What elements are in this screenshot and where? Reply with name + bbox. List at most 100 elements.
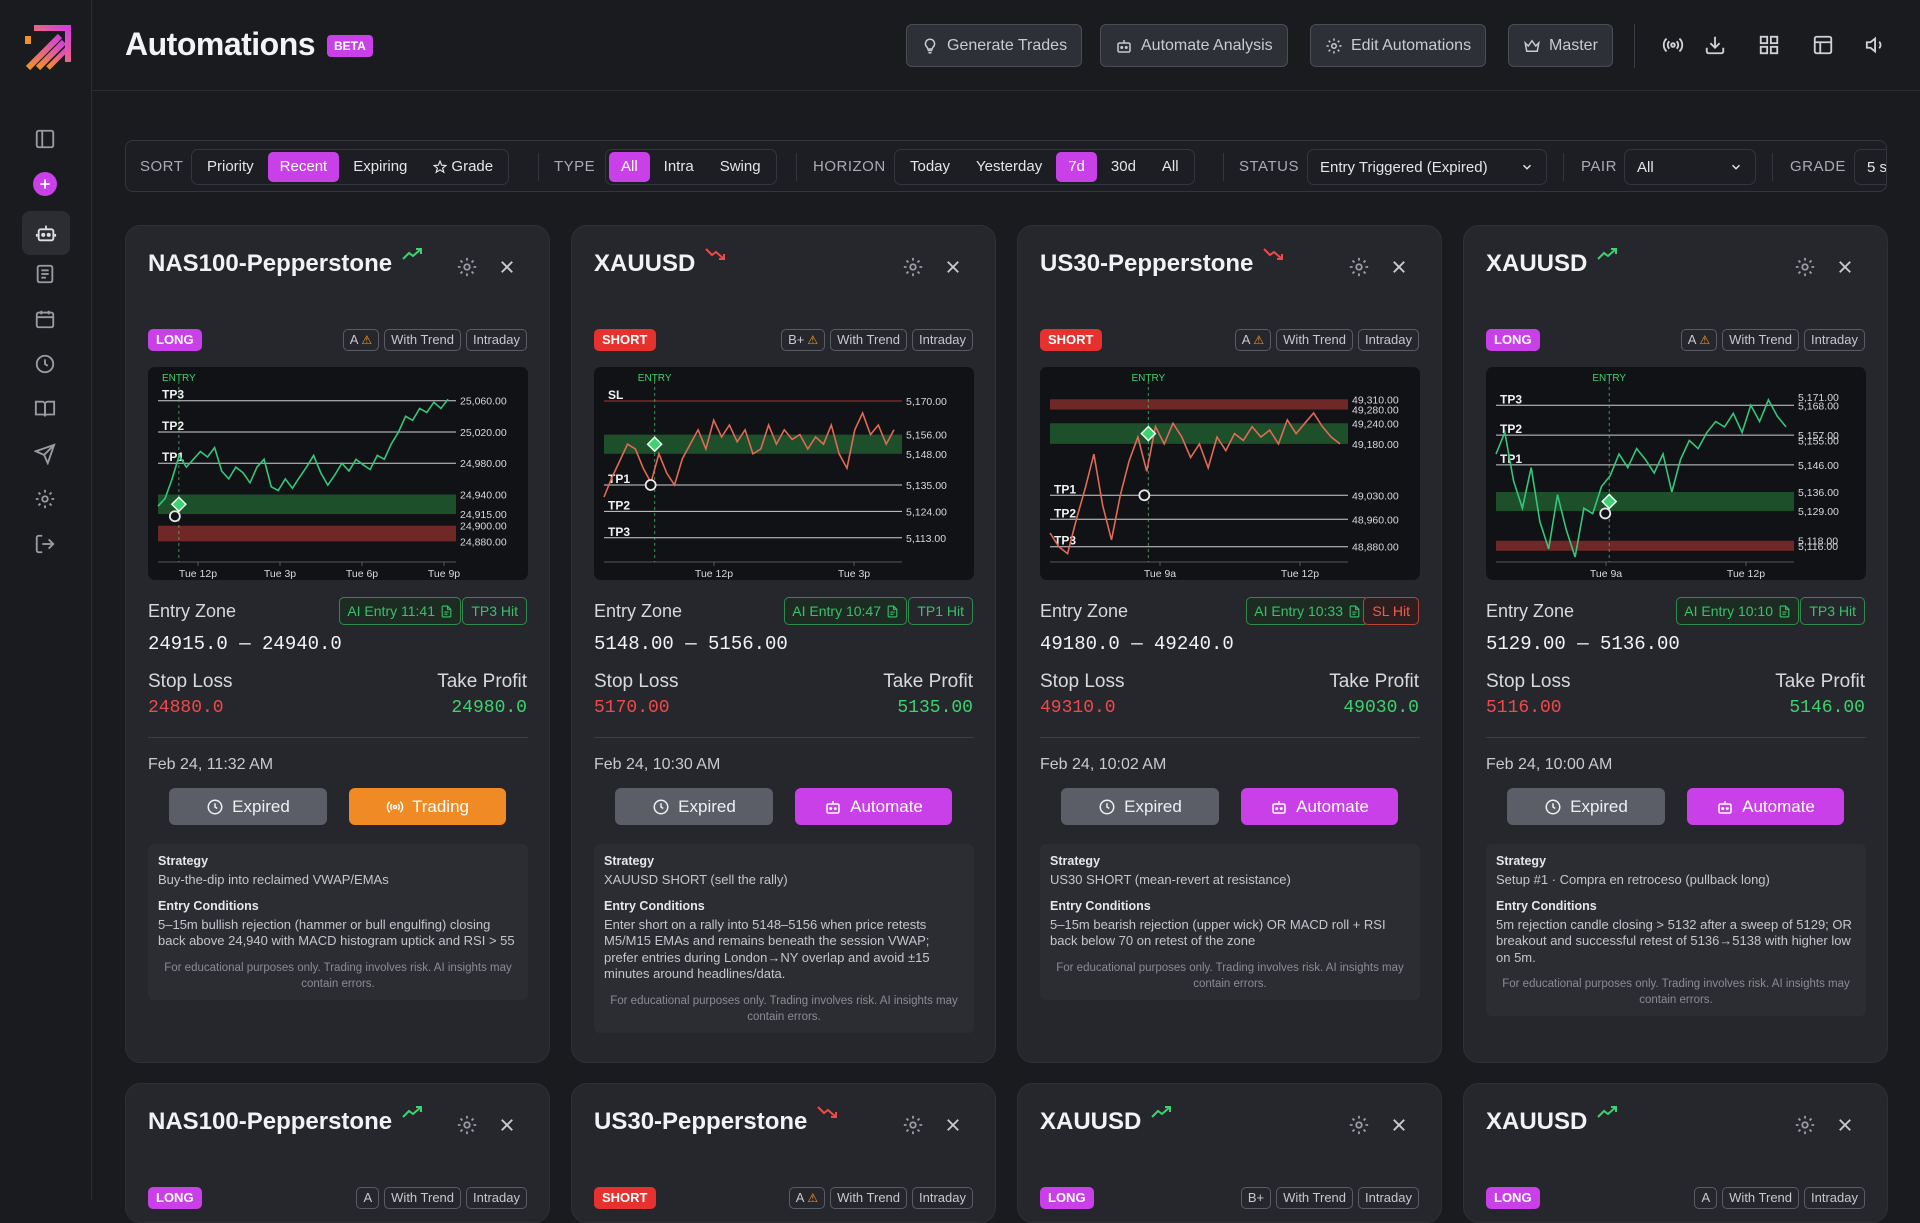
card-settings-icon[interactable] bbox=[456, 1114, 478, 1136]
card-title: US30-Pepperstone bbox=[1040, 248, 1285, 278]
logout-icon[interactable] bbox=[27, 526, 63, 562]
expired-button[interactable]: Expired bbox=[169, 788, 327, 825]
expired-button[interactable]: Expired bbox=[1061, 788, 1219, 825]
expired-button[interactable]: Expired bbox=[615, 788, 773, 825]
trigger-point-marker bbox=[1599, 507, 1612, 520]
tag: With Trend bbox=[384, 1187, 462, 1209]
horizon-option-yesterday[interactable]: Yesterday bbox=[964, 152, 1054, 182]
entry-conditions-heading: Entry Conditions bbox=[158, 898, 259, 913]
card-close-icon[interactable] bbox=[1836, 258, 1854, 276]
layout-icon[interactable] bbox=[1810, 32, 1836, 58]
card-settings-icon[interactable] bbox=[1794, 256, 1816, 278]
star-icon bbox=[433, 160, 448, 174]
direction-badge: LONG bbox=[1486, 329, 1540, 351]
automation-card: NAS100-Pepperstone LONG A ⚠ With Trend Intrad… bbox=[125, 225, 550, 1063]
card-close-icon[interactable] bbox=[498, 1116, 516, 1134]
expired-button[interactable]: Expired bbox=[1507, 788, 1665, 825]
edit-automations-button[interactable]: Edit Automations bbox=[1310, 24, 1487, 67]
strategy-heading: Strategy bbox=[604, 854, 655, 868]
x-tick-label: Tue 12p bbox=[1727, 568, 1765, 580]
sort-option-expiring[interactable]: Expiring bbox=[341, 152, 419, 182]
generate-trades-button[interactable]: Generate Trades bbox=[906, 24, 1083, 67]
card-close-icon[interactable] bbox=[498, 258, 516, 276]
status-dropdown[interactable]: Entry Triggered (Expired) bbox=[1307, 149, 1547, 185]
broadcast-icon[interactable] bbox=[1660, 32, 1686, 58]
card-settings-icon[interactable] bbox=[1794, 1114, 1816, 1136]
automate-button[interactable]: Automate bbox=[1241, 788, 1398, 825]
entry-zone-value: 49180.0 — 49240.0 bbox=[1040, 633, 1234, 655]
app-logo[interactable] bbox=[24, 24, 72, 72]
master-button[interactable]: Master bbox=[1508, 24, 1613, 67]
tag-list: A With Trend Intraday bbox=[1694, 1187, 1865, 1209]
automate-button[interactable]: Automate bbox=[795, 788, 952, 825]
type-option-all[interactable]: All bbox=[609, 152, 650, 182]
sort-option-recent[interactable]: Recent bbox=[267, 152, 340, 182]
settings-icon[interactable] bbox=[27, 481, 63, 517]
card-close-icon[interactable] bbox=[944, 1116, 962, 1134]
horizon-option-today[interactable]: Today bbox=[898, 152, 962, 182]
strategy-text: US30 SHORT (mean-revert at resistance) bbox=[1050, 872, 1291, 887]
download-icon[interactable] bbox=[1702, 32, 1728, 58]
card-divider bbox=[594, 737, 974, 738]
sort-option-priority[interactable]: Priority bbox=[195, 152, 266, 182]
disclaimer: For educational purposes only. Trading i… bbox=[610, 994, 958, 1023]
send-icon[interactable] bbox=[27, 436, 63, 472]
horizon-option-all[interactable]: All bbox=[1150, 152, 1191, 182]
horizon-option-30d[interactable]: 30d bbox=[1099, 152, 1148, 182]
card-settings-icon[interactable] bbox=[902, 256, 924, 278]
card-close-icon[interactable] bbox=[1390, 258, 1408, 276]
sort-option-grade[interactable]: Grade bbox=[421, 152, 505, 182]
trigger-point-marker bbox=[1138, 489, 1151, 502]
automation-card: XAUUSD LONG A ⚠ With Trend Intraday TP3 TP2 TP1 5… bbox=[1463, 225, 1888, 1063]
grade-value: 5 s bbox=[1867, 158, 1887, 176]
document-icon bbox=[1348, 605, 1361, 618]
type-option-intra[interactable]: Intra bbox=[652, 152, 706, 182]
grade-value: A bbox=[349, 332, 359, 347]
robot-icon[interactable] bbox=[22, 211, 70, 255]
strategy-heading: Strategy bbox=[1496, 854, 1547, 868]
calendar-icon[interactable] bbox=[27, 301, 63, 337]
tag: With Trend bbox=[830, 1187, 908, 1209]
entry-label: ENTRY bbox=[638, 373, 672, 384]
card-settings-icon[interactable] bbox=[1348, 256, 1370, 278]
take-profit-label: Take Profit bbox=[883, 671, 973, 692]
clock-icon[interactable] bbox=[27, 346, 63, 382]
horizon-option-7d[interactable]: 7d bbox=[1056, 152, 1097, 182]
card-settings-icon[interactable] bbox=[902, 1114, 924, 1136]
news-icon[interactable] bbox=[27, 256, 63, 292]
strategy-panel: Strategy XAUUSD SHORT (sell the rally) Ent… bbox=[594, 844, 974, 1033]
card-close-icon[interactable] bbox=[1836, 1116, 1854, 1134]
ai-entry-label: AI Entry 11:41 bbox=[347, 603, 435, 619]
automate-button[interactable]: Automate bbox=[1687, 788, 1844, 825]
automate-analysis-label: Automate Analysis bbox=[1141, 36, 1273, 54]
book-icon[interactable] bbox=[27, 391, 63, 427]
automate-analysis-button[interactable]: Automate Analysis bbox=[1100, 24, 1288, 67]
volume-icon[interactable] bbox=[1863, 32, 1889, 58]
pair-dropdown[interactable]: All bbox=[1624, 149, 1756, 185]
add-icon[interactable] bbox=[33, 172, 57, 196]
y-tick-label: 5,113.00 bbox=[906, 533, 946, 545]
trading-button[interactable]: Trading bbox=[349, 788, 506, 825]
type-option-swing[interactable]: Swing bbox=[708, 152, 773, 182]
generate-trades-label: Generate Trades bbox=[947, 36, 1068, 54]
level-label: TP2 bbox=[1054, 506, 1076, 520]
chevron-down-icon bbox=[1729, 160, 1743, 174]
card-settings-icon[interactable] bbox=[456, 256, 478, 278]
grid-icon[interactable] bbox=[1756, 32, 1782, 58]
warning-icon: ⚠ bbox=[807, 333, 819, 347]
y-tick-label: 5,116.00 bbox=[1798, 541, 1838, 553]
grade-value: A bbox=[795, 1190, 805, 1205]
panel-toggle-icon[interactable] bbox=[27, 121, 63, 157]
automation-card: NAS100-Pepperstone LONG A With Trend Intrada… bbox=[125, 1083, 550, 1223]
price-chart: SL TP1 TP2 TP3 5,170.00 5,156.00 5,148.00 5,135… bbox=[594, 367, 974, 580]
entry-zone-label: Entry Zone bbox=[1040, 601, 1129, 621]
grade-dropdown[interactable]: 5 s bbox=[1854, 149, 1887, 185]
tag-list: B+ With Trend Intraday bbox=[1240, 1187, 1419, 1209]
card-settings-icon[interactable] bbox=[1348, 1114, 1370, 1136]
card-close-icon[interactable] bbox=[944, 258, 962, 276]
card-date: Feb 24, 10:02 AM bbox=[1040, 756, 1167, 773]
card-close-icon[interactable] bbox=[1390, 1116, 1408, 1134]
price-chart: TP1 TP2 TP3 49,310.00 49,280.00 49,240.00 49,1… bbox=[1040, 367, 1420, 580]
trend-up-icon bbox=[1597, 246, 1619, 262]
stop-loss-value: 49310.0 bbox=[1040, 698, 1116, 718]
